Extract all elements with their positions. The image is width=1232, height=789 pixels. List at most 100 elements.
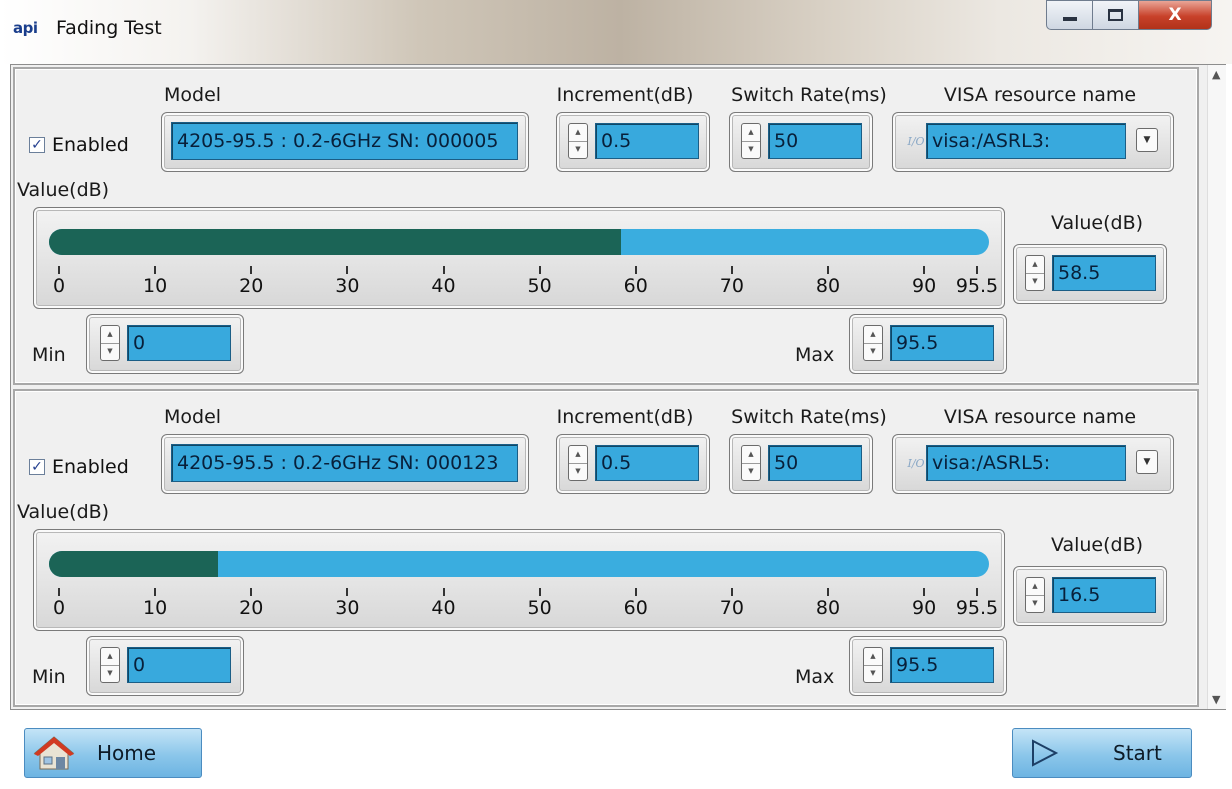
checkmark-icon: ✓ — [29, 459, 45, 475]
model-frame: 4205-95.5 : 0.2-6GHz SN: 000005 — [161, 112, 529, 172]
slider-label: Value(dB) — [17, 179, 110, 201]
scale-tick-label: 30 — [335, 597, 360, 619]
scale-tick-label: 60 — [623, 597, 648, 619]
scale-tick-label: 50 — [527, 597, 552, 619]
scale-tick-label: 10 — [143, 275, 168, 297]
value-frame: ▲ ▼ 58.5 — [1013, 244, 1167, 304]
model-field[interactable]: 4205-95.5 : 0.2-6GHz SN: 000005 — [171, 122, 518, 160]
value-spinner-icon[interactable]: ▲ ▼ — [1025, 255, 1045, 291]
value-slider-fill — [49, 551, 218, 577]
scale-tick-label: 0 — [52, 275, 66, 297]
value-label: Value(dB) — [1050, 212, 1144, 234]
scale-tick — [538, 266, 541, 274]
visa-frame: I/O visa:/ASRL3: ▼ — [892, 112, 1174, 172]
model-frame: 4205-95.5 : 0.2-6GHz SN: 000123 — [161, 434, 529, 494]
scale-tick-label: 40 — [431, 597, 456, 619]
house-icon — [33, 736, 75, 770]
switch-rate-spinner-icon[interactable]: ▲ ▼ — [741, 123, 761, 159]
increment-label: Increment(dB) — [556, 406, 694, 428]
play-arrow-icon — [1032, 739, 1059, 767]
increment-field[interactable]: 0.5 — [595, 123, 699, 159]
scale-tick — [976, 266, 978, 274]
enabled-label: Enabled — [52, 456, 129, 478]
visa-select[interactable]: visa:/ASRL3: — [926, 123, 1126, 159]
value-field[interactable]: 58.5 — [1052, 255, 1156, 291]
io-icon: I/O — [907, 134, 925, 148]
scale-tick — [923, 588, 926, 596]
dropdown-arrow-icon[interactable]: ▼ — [1136, 128, 1158, 152]
scale-tick-label: 95.5 — [955, 275, 999, 297]
channel-panel-2: ✓ Enabled Model 4205-95.5 : 0.2-6GHz SN:… — [13, 389, 1199, 707]
switch-rate-label: Switch Rate(ms) — [731, 406, 887, 428]
visa-select[interactable]: visa:/ASRL5: — [926, 445, 1126, 481]
home-button[interactable]: Home — [24, 728, 202, 778]
dropdown-arrow-icon[interactable]: ▼ — [1136, 450, 1158, 474]
max-frame: ▲ ▼ 95.5 — [849, 314, 1007, 374]
value-slider-track[interactable] — [49, 551, 989, 577]
enabled-checkbox[interactable]: ✓ Enabled — [29, 456, 129, 478]
increment-spinner-icon[interactable]: ▲ ▼ — [568, 445, 588, 481]
scale-tick — [346, 266, 349, 274]
scale-tick-label: 95.5 — [955, 597, 999, 619]
start-button-label: Start — [1113, 741, 1162, 765]
io-icon: I/O — [907, 456, 925, 470]
minimize-button[interactable] — [1046, 0, 1092, 30]
value-slider-frame — [33, 529, 1005, 631]
bottom-bar: Home Start — [0, 711, 1232, 789]
model-label: Model — [164, 406, 222, 428]
increment-field[interactable]: 0.5 — [595, 445, 699, 481]
maximize-button[interactable] — [1092, 0, 1138, 30]
model-field[interactable]: 4205-95.5 : 0.2-6GHz SN: 000123 — [171, 444, 518, 482]
close-button[interactable]: X — [1138, 0, 1212, 30]
title-bar: api Fading Test X — [0, 0, 1232, 64]
scale-tick-label: 80 — [815, 275, 841, 297]
minimize-icon — [1062, 17, 1077, 21]
value-slider-fill — [49, 229, 622, 255]
visa-label: VISA resource name — [943, 84, 1137, 106]
value-field[interactable]: 16.5 — [1052, 577, 1156, 613]
max-field[interactable]: 95.5 — [890, 325, 994, 361]
max-spinner-icon[interactable]: ▲ ▼ — [863, 647, 883, 683]
home-button-label: Home — [97, 741, 157, 765]
scale-tick — [923, 266, 926, 274]
scale-tick-label: 80 — [815, 597, 841, 619]
window-controls: X — [1046, 0, 1212, 30]
channel-panel-1: ✓ Enabled Model 4205-95.5 : 0.2-6GHz SN:… — [13, 67, 1199, 385]
start-button[interactable]: Start — [1012, 728, 1192, 778]
scale-tick-label: 20 — [239, 597, 264, 619]
model-label: Model — [164, 84, 222, 106]
min-spinner-icon[interactable]: ▲ ▼ — [100, 325, 120, 361]
min-field[interactable]: 0 — [127, 647, 231, 683]
value-spinner-icon[interactable]: ▲ ▼ — [1025, 577, 1045, 613]
value-frame: ▲ ▼ 16.5 — [1013, 566, 1167, 626]
switch-rate-frame: ▲ ▼ 50 — [729, 434, 873, 494]
enabled-checkbox[interactable]: ✓ Enabled — [29, 134, 129, 156]
max-spinner-icon[interactable]: ▲ ▼ — [863, 325, 883, 361]
scroll-up-icon[interactable]: ▲ — [1212, 68, 1220, 81]
vertical-scrollbar[interactable]: ▲ ▼ — [1207, 65, 1226, 709]
scale-tick — [976, 588, 978, 596]
scale-tick-label: 90 — [912, 275, 937, 297]
min-spinner-icon[interactable]: ▲ ▼ — [100, 647, 120, 683]
scale-tick — [442, 588, 445, 596]
scroll-down-icon[interactable]: ▼ — [1212, 693, 1220, 706]
max-field[interactable]: 95.5 — [890, 647, 994, 683]
min-frame: ▲ ▼ 0 — [86, 314, 244, 374]
scale-tick — [250, 588, 253, 596]
min-frame: ▲ ▼ 0 — [86, 636, 244, 696]
min-field[interactable]: 0 — [127, 325, 231, 361]
channels-scroll-area: ✓ Enabled Model 4205-95.5 : 0.2-6GHz SN:… — [10, 64, 1226, 710]
switch-rate-field[interactable]: 50 — [768, 445, 862, 481]
increment-spinner-icon[interactable]: ▲ ▼ — [568, 123, 588, 159]
min-label: Min — [32, 344, 66, 366]
scale-tick — [250, 266, 253, 274]
increment-label: Increment(dB) — [556, 84, 694, 106]
scale-tick — [634, 266, 637, 274]
switch-rate-field[interactable]: 50 — [768, 123, 862, 159]
switch-rate-label: Switch Rate(ms) — [731, 84, 887, 106]
scale-tick — [442, 266, 445, 274]
scale-tick-label: 20 — [239, 275, 264, 297]
switch-rate-spinner-icon[interactable]: ▲ ▼ — [741, 445, 761, 481]
scale-tick — [58, 266, 60, 274]
value-slider-track[interactable] — [49, 229, 989, 255]
